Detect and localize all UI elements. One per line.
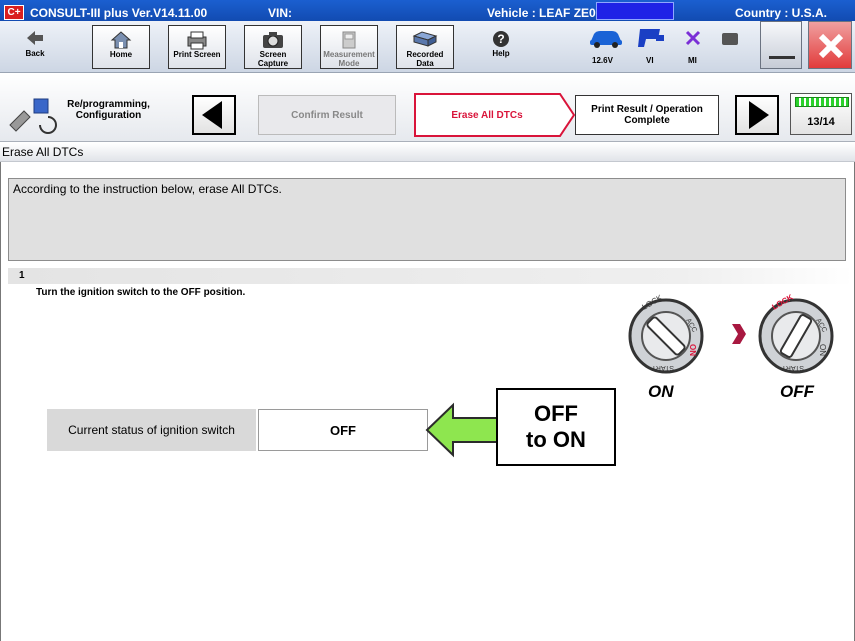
mi-label: MI [688,56,697,65]
reprogramming-label: Re/programming, Configuration [67,99,150,121]
back-button-label: Back [25,49,45,58]
next-step-button[interactable] [735,95,779,135]
minimize-button[interactable] [760,21,802,69]
app-title: CONSULT-III plus Ver.V14.11.00 [30,6,208,20]
back-button[interactable]: Back [6,25,64,69]
svg-text:?: ? [497,32,504,46]
recorded-data-button[interactable]: Recorded Data [396,25,454,69]
callout-arrow-icon [425,402,498,458]
help-button-label: Help [492,49,510,58]
step-print-result[interactable]: Print Result / Operation Complete [575,95,719,135]
vin-highlight-box [596,2,674,20]
vin-label: VIN: [268,6,292,20]
svg-text:ON: ON [818,344,827,356]
home-button-label: Home [109,50,133,59]
minimize-icon [769,56,795,59]
back-arrow-icon [6,25,64,49]
page-title: Erase All DTCs [0,143,855,162]
battery-icon [722,33,738,45]
country-label: Country : U.S.A. [735,6,827,20]
recorded-data-icon [397,26,453,50]
help-icon: ? [472,25,530,49]
app-logo: C+ [4,5,24,20]
callout-line-1: OFF [534,401,578,426]
vi-connector-icon [638,29,664,47]
svg-text:ON: ON [688,344,697,356]
ignition-status-value: OFF [258,409,428,451]
ignition-key-off: LOCK ACC ON START [758,294,834,374]
home-button[interactable]: Home [92,25,150,69]
arrow-right-icon [749,101,769,129]
home-icon [93,26,149,50]
reprogramming-icon [9,98,57,134]
callout-line-2: to ON [526,427,586,452]
status-area: 12.6V VI MI [580,25,740,71]
ignition-caption-on: ON [648,382,674,401]
camera-icon [245,26,301,50]
step-confirm-result[interactable]: Confirm Result [258,95,396,135]
transition-arrow-icon [732,324,746,344]
previous-step-button[interactable] [192,95,236,135]
ignition-caption-off: OFF [780,382,814,401]
close-icon [818,33,844,59]
arrow-left-icon [202,101,222,129]
voltage-readout: 12.6V [592,56,613,65]
measurement-icon [321,26,377,50]
screen-capture-button[interactable]: Screen Capture [244,25,302,69]
close-button[interactable] [808,21,852,69]
recorded-data-label: Recorded Data [406,50,444,68]
svg-text:START: START [781,364,804,371]
vehicle-label: Vehicle : LEAF ZE0 [487,6,596,20]
instruction-box: According to the instruction below, eras… [8,178,846,261]
step-progress: 13/14 [790,93,852,135]
step-header: 1 [8,268,853,284]
vi-label: VI [646,56,654,65]
measurement-mode-label: Measurement Mode [323,50,375,68]
annotation-callout: OFF to ON [496,388,616,466]
print-screen-label: Print Screen [173,50,221,59]
ignition-status-label: Current status of ignition switch [47,409,256,451]
printer-icon [169,26,225,50]
progress-bar [795,97,849,107]
progress-counter: 13/14 [807,116,835,128]
print-screen-button[interactable]: Print Screen [168,25,226,69]
mi-disconnected-icon [685,30,701,46]
step-erase-all-dtcs[interactable]: Erase All DTCs [414,95,560,135]
toolbar: Back Home Print Screen Screen Capture Me… [0,21,855,73]
measurement-mode-button[interactable]: Measurement Mode [320,25,378,69]
car-icon [590,31,622,48]
screen-capture-label: Screen Capture [257,50,289,68]
step-instruction-text: Turn the ignition switch to the OFF posi… [36,287,246,298]
ignition-key-on: LOCK ACC ON START [628,294,704,374]
help-button[interactable]: ? Help [472,25,530,69]
svg-text:START: START [651,364,674,371]
